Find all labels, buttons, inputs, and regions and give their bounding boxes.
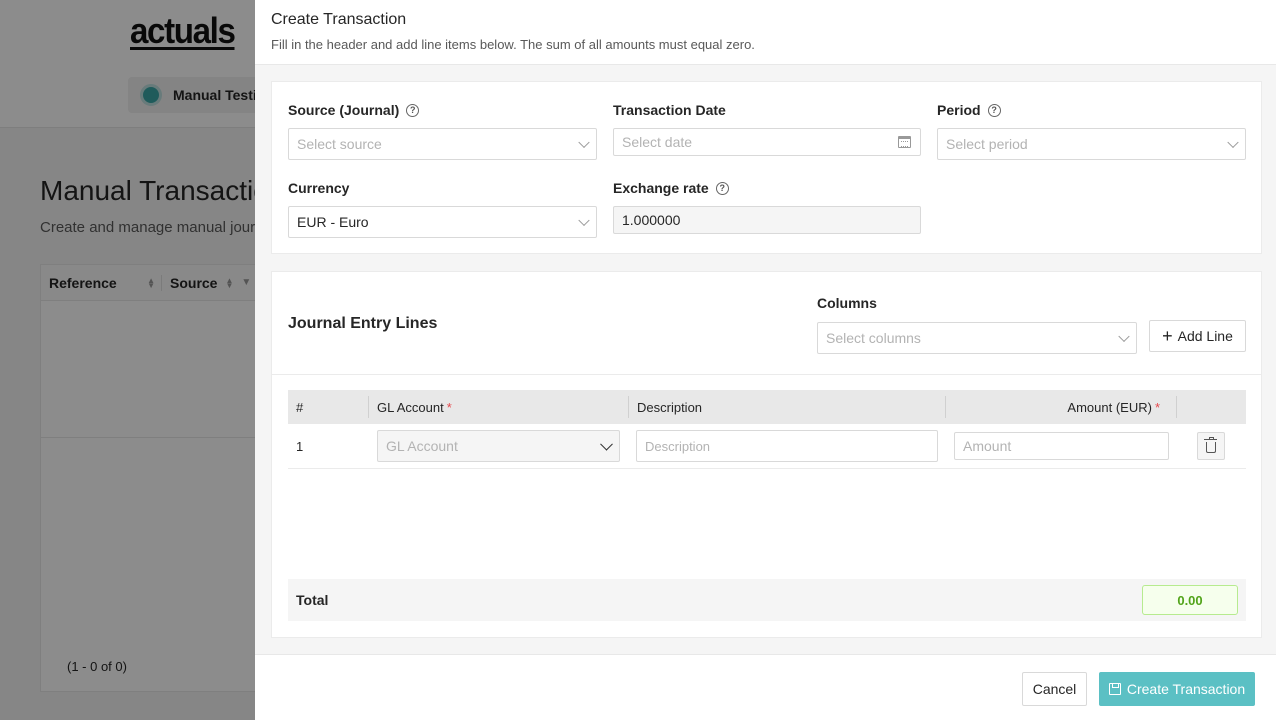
exchange-rate-label-text: Exchange rate: [613, 180, 709, 196]
delete-line-button[interactable]: [1197, 432, 1225, 460]
exchange-rate-label: Exchange rate ?: [613, 180, 729, 196]
section-title: Journal Entry Lines: [288, 315, 438, 332]
chevron-down-icon: [578, 136, 590, 149]
required-mark: *: [1154, 399, 1160, 415]
exchange-rate-input[interactable]: 1.000000: [613, 206, 921, 234]
add-line-label: Add Line: [1177, 328, 1233, 344]
amount-input[interactable]: Amount: [954, 432, 1169, 460]
drawer-description: Fill in the header and add line items be…: [271, 37, 755, 52]
column-header-gl-account: GL Account *: [377, 390, 452, 424]
add-line-button[interactable]: + Add Line: [1149, 320, 1246, 352]
source-placeholder: Select source: [297, 136, 382, 152]
gl-account-select[interactable]: GL Account: [377, 430, 620, 462]
column-divider: [1176, 396, 1177, 418]
create-transaction-label: Create Transaction: [1126, 681, 1246, 697]
column-divider: [628, 396, 629, 418]
date-label: Transaction Date: [613, 102, 726, 118]
drawer-title: Create Transaction: [271, 11, 407, 28]
amount-placeholder: Amount: [963, 438, 1012, 454]
create-transaction-drawer: Create Transaction Fill in the header an…: [255, 0, 1276, 720]
calendar-icon: [898, 136, 911, 148]
drawer-body: Source (Journal) ? Select source Transac…: [255, 65, 1276, 654]
currency-select[interactable]: EUR - Euro: [288, 206, 597, 238]
period-placeholder: Select period: [946, 136, 1028, 152]
journal-lines-card: Journal Entry Lines Columns Select colum…: [271, 271, 1262, 638]
create-transaction-button[interactable]: Create Transaction: [1099, 672, 1255, 706]
save-icon: [1108, 683, 1121, 695]
columns-label: Columns: [817, 295, 877, 311]
trash-icon: [1204, 436, 1217, 453]
columns-label-text: Columns: [817, 295, 877, 311]
source-label-text: Source (Journal): [288, 102, 400, 118]
total-value-badge: 0.00: [1142, 585, 1238, 615]
drawer-header: Create Transaction Fill in the header an…: [255, 0, 1276, 65]
description-placeholder: Description: [645, 438, 711, 454]
period-label: Period ?: [937, 102, 1001, 118]
column-header-description: Description: [637, 399, 703, 415]
row-index: 1: [296, 439, 304, 454]
date-label-text: Transaction Date: [613, 102, 726, 118]
transaction-date-picker[interactable]: Select date: [613, 128, 921, 156]
total-label: Total: [296, 592, 329, 608]
journal-lines-table: # GL Account * Description Amount (EUR) …: [288, 390, 1246, 469]
source-label: Source (Journal) ?: [288, 102, 420, 118]
drawer-footer: Cancel Create Transaction: [255, 654, 1276, 720]
column-header-amount: Amount (EUR) *: [1067, 390, 1160, 424]
period-select[interactable]: Select period: [937, 128, 1246, 160]
divider: [272, 374, 1261, 375]
period-label-text: Period: [937, 102, 981, 118]
column-header-index: #: [296, 399, 304, 415]
currency-label-text: Currency: [288, 180, 350, 196]
date-placeholder: Select date: [622, 134, 693, 150]
plus-icon: +: [1162, 326, 1173, 346]
exchange-rate-value: 1.000000: [622, 212, 681, 228]
gl-account-placeholder: GL Account: [386, 438, 458, 454]
column-divider: [945, 396, 946, 418]
help-icon[interactable]: ?: [987, 103, 1001, 117]
chevron-down-icon: [1227, 136, 1239, 149]
cancel-button[interactable]: Cancel: [1022, 672, 1087, 706]
chevron-down-icon: [600, 437, 613, 451]
chevron-down-icon: [578, 214, 590, 227]
total-row: Total 0.00: [288, 579, 1246, 621]
currency-value: EUR - Euro: [297, 214, 369, 230]
column-divider: [368, 396, 369, 418]
columns-select[interactable]: Select columns: [817, 322, 1137, 354]
column-header-label: GL Account: [377, 399, 444, 415]
columns-placeholder: Select columns: [826, 330, 921, 346]
currency-label: Currency: [288, 180, 349, 196]
table-header: # GL Account * Description Amount (EUR) …: [288, 390, 1246, 424]
table-row: 1 GL Account Description Amount: [288, 424, 1246, 469]
source-select[interactable]: Select source: [288, 128, 597, 160]
transaction-header-card: Source (Journal) ? Select source Transac…: [271, 81, 1262, 254]
help-icon[interactable]: ?: [406, 103, 420, 117]
description-input[interactable]: Description: [636, 430, 938, 462]
help-icon[interactable]: ?: [715, 181, 729, 195]
required-mark: *: [446, 399, 452, 415]
column-header-label: Amount (EUR): [1067, 399, 1152, 415]
chevron-down-icon: [1118, 330, 1130, 343]
